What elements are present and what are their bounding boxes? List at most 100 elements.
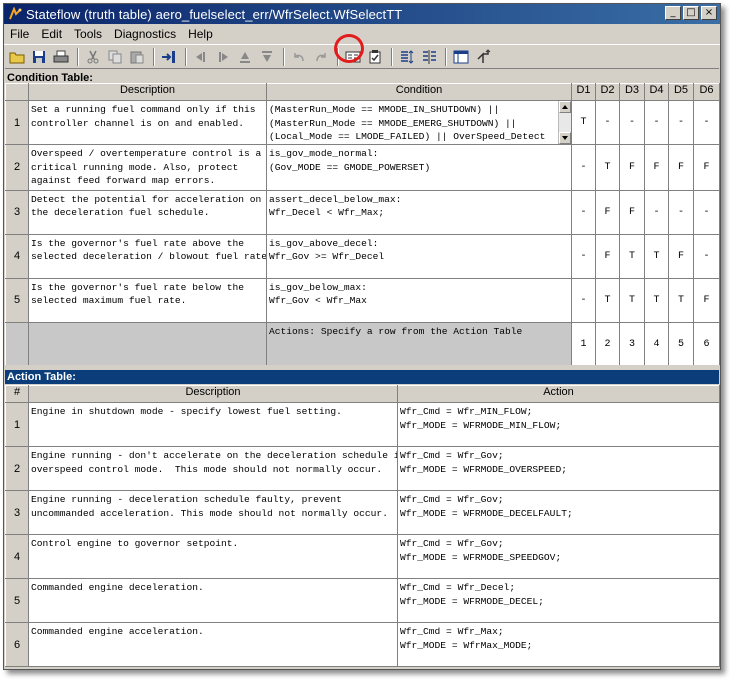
move-up-icon[interactable] <box>235 47 255 67</box>
insert-row-icon[interactable] <box>159 47 179 67</box>
run-diagnostics-icon[interactable] <box>365 47 385 67</box>
decision-cell[interactable]: T <box>644 233 669 279</box>
action-cell[interactable]: Wfr_Cmd = Wfr_Max; Wfr_MODE = WfrMax_MOD… <box>397 622 720 667</box>
cond-header-d3[interactable]: D3 <box>619 83 645 101</box>
decision-cell[interactable]: F <box>619 189 645 235</box>
menu-help[interactable]: Help <box>182 27 219 41</box>
condition-cell[interactable]: is_gov_above_decel: Wfr_Gov >= Wfr_Decel <box>266 233 572 279</box>
decision-cell[interactable]: - <box>668 100 694 145</box>
decision-cell[interactable]: - <box>571 144 596 191</box>
row-number[interactable]: 4 <box>5 233 29 279</box>
condition-description-cell[interactable]: Set a running fuel command only if this … <box>28 100 267 145</box>
decision-cell[interactable]: - <box>571 189 596 235</box>
condition-description-cell[interactable]: Is the governor's fuel rate below the se… <box>28 277 267 323</box>
row-number[interactable]: 6 <box>5 622 29 667</box>
decision-cell[interactable]: - <box>595 100 620 145</box>
decision-cell[interactable]: - <box>644 100 669 145</box>
decision-cell[interactable]: T <box>571 100 596 145</box>
redo-icon[interactable] <box>311 47 331 67</box>
decision-cell[interactable]: - <box>571 233 596 279</box>
paste-icon[interactable] <box>127 47 147 67</box>
condition-description-cell[interactable]: Detect the potential for acceleration on… <box>28 189 267 235</box>
action-header-action[interactable]: Action <box>397 385 720 403</box>
go-to-parent-icon[interactable] <box>473 47 493 67</box>
menu-edit[interactable]: Edit <box>35 27 68 41</box>
scroll-down-icon[interactable] <box>559 132 571 144</box>
row-number[interactable]: 5 <box>5 277 29 323</box>
condition-description-cell[interactable]: Overspeed / overtemperature control is a… <box>28 144 267 191</box>
decision-cell[interactable]: T <box>595 144 620 191</box>
action-description-cell[interactable]: Control engine to governor setpoint. <box>28 534 398 579</box>
condition-cell[interactable]: assert_decel_below_max: Wfr_Decel < Wfr_… <box>266 189 572 235</box>
condition-cell[interactable]: (MasterRun_Mode == MMODE_IN_SHUTDOWN) ||… <box>268 102 556 144</box>
cut-icon[interactable] <box>83 47 103 67</box>
action-description-cell[interactable]: Engine running - don't accelerate on the… <box>28 446 398 491</box>
row-number[interactable]: 5 <box>5 578 29 623</box>
action-index-cell[interactable]: 4 <box>644 321 669 367</box>
cond-header-d6[interactable]: D6 <box>693 83 720 101</box>
decision-cell[interactable]: F <box>668 144 694 191</box>
move-right-icon[interactable] <box>213 47 233 67</box>
decision-cell[interactable]: F <box>644 144 669 191</box>
condition-cell-scrollbar[interactable] <box>558 101 571 144</box>
move-left-icon[interactable] <box>191 47 211 67</box>
action-index-cell[interactable]: 6 <box>693 321 720 367</box>
open-icon[interactable] <box>7 47 27 67</box>
action-cell[interactable]: Wfr_Cmd = Wfr_Gov; Wfr_MODE = WFRMODE_DE… <box>397 490 720 535</box>
menu-diagnostics[interactable]: Diagnostics <box>108 27 182 41</box>
action-cell[interactable]: Wfr_Cmd = Wfr_Decel; Wfr_MODE = WFRMODE_… <box>397 578 720 623</box>
action-description-cell[interactable]: Engine in shutdown mode - specify lowest… <box>28 402 398 447</box>
decision-cell[interactable]: - <box>693 233 720 279</box>
action-cell[interactable]: Wfr_Cmd = Wfr_Gov; Wfr_MODE = WFRMODE_SP… <box>397 534 720 579</box>
decision-cell[interactable]: F <box>595 189 620 235</box>
row-number[interactable]: 1 <box>5 402 29 447</box>
cond-header-d4[interactable]: D4 <box>644 83 669 101</box>
undo-icon[interactable] <box>289 47 309 67</box>
maximize-button[interactable]: □ <box>683 6 699 20</box>
append-row-icon[interactable] <box>397 47 417 67</box>
action-index-cell[interactable]: 3 <box>619 321 645 367</box>
action-index-cell[interactable]: 5 <box>668 321 694 367</box>
save-icon[interactable] <box>29 47 49 67</box>
decision-cell[interactable]: F <box>595 233 620 279</box>
action-cell[interactable]: Wfr_Cmd = Wfr_MIN_FLOW; Wfr_MODE = WFRMO… <box>397 402 720 447</box>
decision-cell[interactable]: - <box>644 189 669 235</box>
cond-header-description[interactable]: Description <box>28 83 267 101</box>
decision-cell[interactable]: - <box>693 100 720 145</box>
condition-description-cell[interactable]: Is the governor's fuel rate above the se… <box>28 233 267 279</box>
cond-header-d2[interactable]: D2 <box>595 83 620 101</box>
decision-cell[interactable]: - <box>619 100 645 145</box>
decision-cell[interactable]: T <box>619 233 645 279</box>
row-number[interactable]: 3 <box>5 490 29 535</box>
cond-header-condition[interactable]: Condition <box>266 83 572 101</box>
row-number[interactable]: 4 <box>5 534 29 579</box>
action-cell[interactable]: Wfr_Cmd = Wfr_Gov; Wfr_MODE = WFRMODE_OV… <box>397 446 720 491</box>
row-number[interactable]: 3 <box>5 189 29 235</box>
decision-cell[interactable]: F <box>693 277 720 323</box>
row-number[interactable]: 1 <box>5 100 29 145</box>
action-index-cell[interactable]: 1 <box>571 321 596 367</box>
append-column-icon[interactable] <box>419 47 439 67</box>
row-number[interactable]: 2 <box>5 446 29 491</box>
decision-cell[interactable]: T <box>595 277 620 323</box>
menu-file[interactable]: File <box>4 27 35 41</box>
minimize-button[interactable]: _ <box>665 6 681 20</box>
action-description-cell[interactable]: Engine running - deceleration schedule f… <box>28 490 398 535</box>
splitter[interactable] <box>4 365 720 369</box>
table-view-icon[interactable] <box>451 47 471 67</box>
scroll-up-icon[interactable] <box>559 101 571 113</box>
action-description-cell[interactable]: Commanded engine deceleration. <box>28 578 398 623</box>
title-bar[interactable]: Stateflow (truth table) aero_fuelselect_… <box>4 4 720 24</box>
decision-cell[interactable]: T <box>668 277 694 323</box>
decision-cell[interactable]: - <box>571 277 596 323</box>
decision-cell[interactable]: - <box>693 189 720 235</box>
menu-tools[interactable]: Tools <box>68 27 108 41</box>
action-description-cell[interactable]: Commanded engine acceleration. <box>28 622 398 667</box>
action-index-cell[interactable]: 2 <box>595 321 620 367</box>
print-icon[interactable] <box>51 47 71 67</box>
cond-header-d1[interactable]: D1 <box>571 83 596 101</box>
cond-header-d5[interactable]: D5 <box>668 83 694 101</box>
decision-cell[interactable]: T <box>619 277 645 323</box>
decision-cell[interactable]: F <box>668 233 694 279</box>
copy-icon[interactable] <box>105 47 125 67</box>
